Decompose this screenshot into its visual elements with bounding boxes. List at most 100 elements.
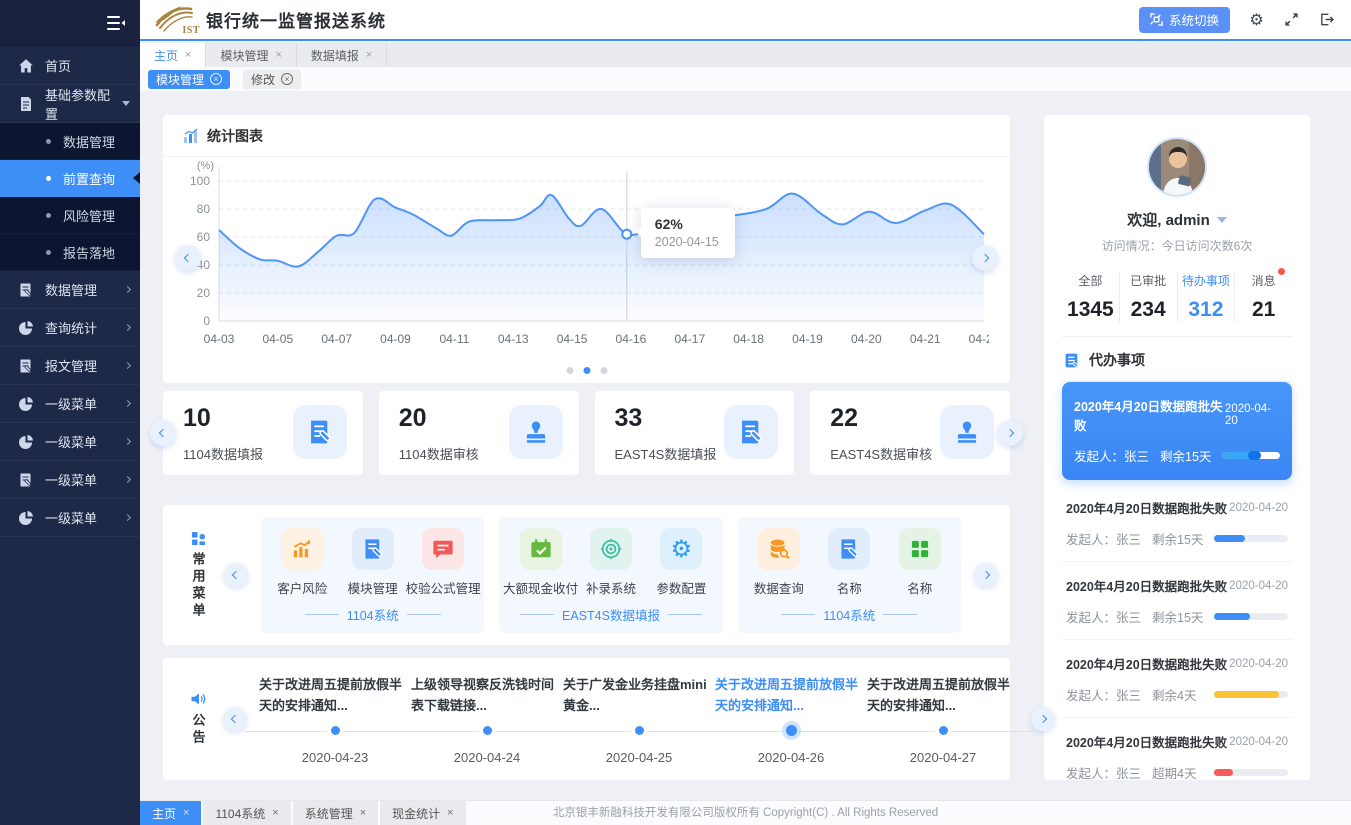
sidebar-subitem-report-landing[interactable]: 报告落地 [0,234,140,271]
tooltip-date: 2020-04-15 [655,235,719,249]
avatar[interactable] [1147,137,1207,197]
announcement-item-active[interactable]: 关于改进周五提前放假半天的安排通知... 2020-04-26 [715,674,867,765]
speaker-icon [190,691,206,707]
close-icon[interactable] [210,73,222,85]
carousel-dot[interactable] [566,367,573,374]
announcement-card: 公告 关于改进周五提前放假半天的安排通知... 2020-04-23 上级领导视… [163,658,1010,780]
quick-item-name-2[interactable]: 名称 [885,528,955,597]
sidebar-subitem-data-mgmt[interactable]: 数据管理 [0,123,140,160]
carousel-dot[interactable] [600,367,607,374]
close-icon[interactable] [360,807,366,819]
bar-chart-icon [183,128,199,144]
quick-item-data-query[interactable]: 数据查询 [744,528,814,597]
stats-next-button[interactable] [997,420,1023,446]
stat-approved[interactable]: 已审批 234 [1119,272,1177,322]
announcement-item[interactable]: 关于广发金业务挂盘mini黄金... 2020-04-25 [563,674,715,765]
todo-progress-bar [1214,769,1288,776]
quick-menu-prev-button[interactable] [224,563,248,587]
close-icon[interactable] [281,73,293,85]
bottom-tab-system-mgmt[interactable]: 系统管理 [293,801,378,825]
sidebar-subitem-pre-query[interactable]: 前置查询 [0,160,140,197]
sidebar-item-data-mgmt[interactable]: 数据管理 [0,271,140,309]
document-edit-icon [293,405,347,459]
announcement-item[interactable]: 关于改进周五提前放假半天的安排通知... 2020-04-23 [259,674,411,765]
todo-title: 2020年4月20日数据跑批失败 [1066,576,1227,595]
chip-module-mgmt[interactable]: 模块管理 [148,70,230,89]
chart-prev-button[interactable] [175,245,201,271]
quick-item-label: 名称 [837,578,862,597]
quick-group-label: 1104系统 [267,605,478,624]
tab-home[interactable]: 主页 [140,43,206,67]
chart-next-button[interactable] [972,245,998,271]
sidebar-subitem-risk-mgmt[interactable]: 风险管理 [0,197,140,234]
close-icon[interactable] [447,807,453,819]
welcome-row[interactable]: 欢迎, admin [1062,209,1292,230]
quick-item-param-config[interactable]: ⚙ 参数配置 [647,528,717,597]
sidebar-item-level1-menu-1[interactable]: 一级菜单 [0,385,140,423]
announcement-prev-button[interactable] [223,707,247,731]
close-icon[interactable] [366,49,372,61]
tab-data-fill[interactable]: 数据填报 [297,43,387,67]
quick-item-module-mgmt[interactable]: 模块管理 [338,528,408,597]
sidebar-item-level1-menu-4[interactable]: 一级菜单 [0,499,140,537]
todo-item[interactable]: 2020年4月20日数据跑批失败 2020-04-20 发起人：张三 剩余15天 [1062,484,1292,562]
document-edit-icon [828,528,870,570]
stat-messages[interactable]: 消息 21 [1234,272,1292,322]
todo-section-title: 代办事项 [1089,350,1145,370]
carousel-dot-active[interactable] [583,367,590,374]
stat-card-east4s-fill[interactable]: 33 EAST4S数据填报 [595,391,795,475]
system-switch-button[interactable]: 系统切换 [1139,7,1230,33]
quick-menu-next-button[interactable] [974,563,998,587]
announcement-date: 2020-04-26 [758,750,825,765]
stat-all[interactable]: 全部 1345 [1062,272,1119,322]
announcement-item[interactable]: 上级领导视察反洗钱时间表下载链接... 2020-04-24 [411,674,563,765]
bottom-tab-bar: 主页 1104系统 系统管理 现金统计 北京银丰新融科技开发有限公司版权所有 C… [140,800,1351,825]
stat-todo[interactable]: 待办事项 312 [1177,272,1235,322]
quick-item-supplement-system[interactable]: 补录系统 [576,528,646,597]
page-title: 银行统一监管报送系统 [206,7,386,32]
tab-module-mgmt[interactable]: 模块管理 [206,43,296,67]
fullscreen-icon[interactable] [1283,11,1300,28]
quick-item-name-1[interactable]: 名称 [814,528,884,597]
announcement-timeline: 关于改进周五提前放假半天的安排通知... 2020-04-23 上级领导视察反洗… [259,674,1019,765]
todo-item[interactable]: 2020年4月20日数据跑批失败 2020-04-20 发起人：张三 剩余4天 [1062,640,1292,718]
todo-initiator: 发起人：张三 [1066,685,1152,704]
quick-item-customer-risk[interactable]: 客户风险 [267,528,337,597]
sidebar-item-base-params[interactable]: 基础参数配置 [0,85,140,123]
gear-icon[interactable]: ⚙ [1248,11,1265,28]
sidebar-item-query-stats[interactable]: 查询统计 [0,309,140,347]
close-icon[interactable] [272,807,278,819]
todo-progress-bar [1214,613,1288,620]
quick-menu-label-col: 常用菜单 [185,531,211,620]
collapse-menu-icon[interactable] [106,15,126,32]
todo-item-active[interactable]: 2020年4月20日数据跑批失败 2020-04-20 发起人：张三 剩余15天 [1062,382,1292,480]
close-icon[interactable] [185,49,191,61]
sidebar-item-message-mgmt[interactable]: 报文管理 [0,347,140,385]
sidebar-item-home[interactable]: 首页 [0,47,140,85]
stat-card-1104-audit[interactable]: 20 1104数据审核 [379,391,579,475]
sidebar-nav: 首页 基础参数配置 数据管理 前置查询 风险管理 报告落地 数据管理 查询统计 [0,47,140,537]
announcement-item[interactable]: 关于改进周五提前放假半天的安排通知... 2020-04-27 [867,674,1019,765]
stat-card-east4s-audit[interactable]: 22 EAST4S数据审核 [810,391,1010,475]
chip-edit[interactable]: 修改 [243,70,301,89]
todo-date: 2020-04-20 [1229,502,1288,514]
sidebar-item-level1-menu-2[interactable]: 一级菜单 [0,423,140,461]
close-icon[interactable] [183,807,189,819]
stat-card-1104-fill[interactable]: 10 1104数据填报 [163,391,363,475]
logout-icon[interactable] [1318,11,1335,28]
sidebar-item-level1-menu-3[interactable]: 一级菜单 [0,461,140,499]
announcement-next-button[interactable] [1031,707,1055,731]
todo-item[interactable]: 2020年4月20日数据跑批失败 2020-04-20 发起人：张三 超期4天 [1062,718,1292,796]
quick-item-large-cash[interactable]: 大额现金收付 [506,528,576,597]
grid-icon [191,531,206,546]
announcement-text: 关于改进周五提前放假半天的安排通知... [715,674,867,718]
bottom-tab-home[interactable]: 主页 [140,801,201,825]
quick-item-formula-mgmt[interactable]: 校验公式管理 [408,528,478,597]
stats-prev-button[interactable] [150,420,176,446]
close-icon[interactable] [275,49,281,61]
todo-item[interactable]: 2020年4月20日数据跑批失败 2020-04-20 发起人：张三 剩余15天 [1062,562,1292,640]
bottom-tab-cash-stats[interactable]: 现金统计 [380,801,465,825]
bottom-tab-1104[interactable]: 1104系统 [203,801,290,825]
todo-date: 2020-04-20 [1229,658,1288,670]
todo-title: 2020年4月20日数据跑批失败 [1066,498,1227,517]
